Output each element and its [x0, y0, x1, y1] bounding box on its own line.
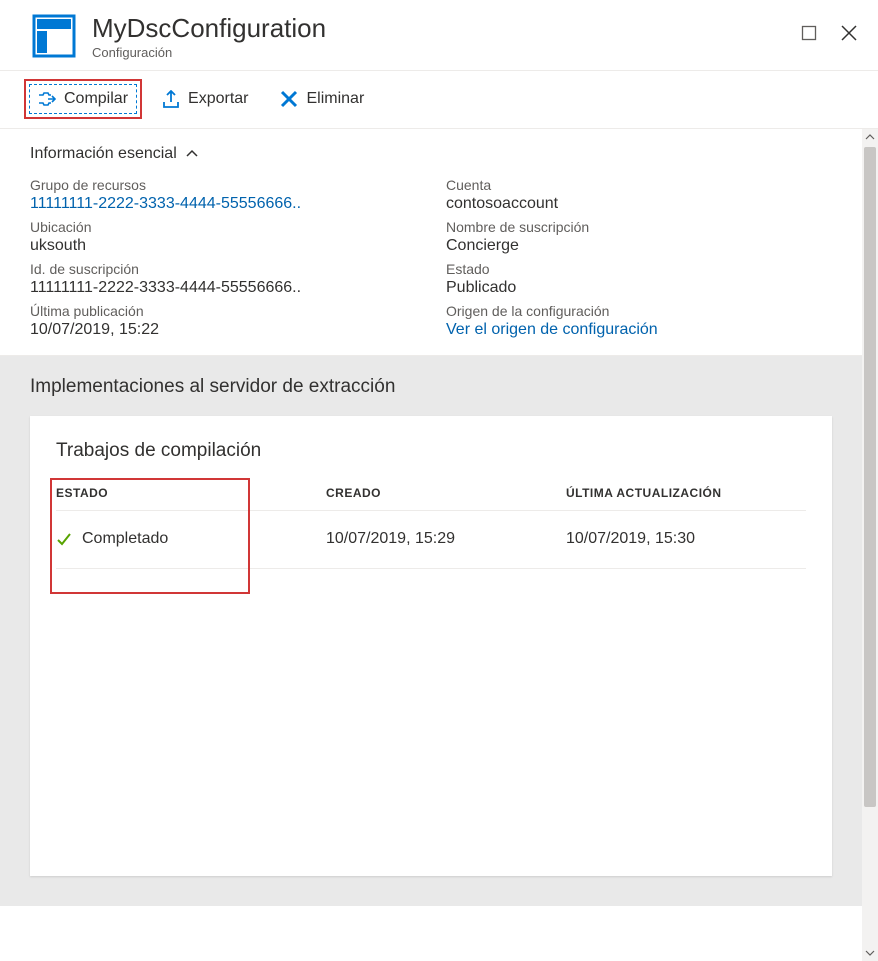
created-cell: 10/07/2019, 15:29	[326, 530, 566, 548]
essentials-label: Cuenta	[446, 177, 832, 193]
essentials-item: Grupo de recursos 11111111-2222-3333-4444…	[30, 177, 416, 213]
scroll-area: Información esencial Grupo de recursos 11…	[0, 129, 862, 961]
delete-icon	[280, 90, 298, 108]
vertical-scrollbar[interactable]	[862, 129, 878, 961]
essentials-label: Ubicación	[30, 219, 416, 235]
title-bar: MyDscConfiguration Configuración	[0, 0, 878, 71]
essentials-label: Estado	[446, 261, 832, 277]
essentials-heading: Información esencial	[30, 145, 177, 163]
essentials-value: Publicado	[446, 279, 832, 297]
essentials-item: Id. de suscripción 11111111-2222-3333-444…	[30, 261, 416, 297]
essentials-value: uksouth	[30, 237, 416, 255]
essentials-link[interactable]: 11111111-2222-3333-4444-55556666..	[30, 195, 416, 213]
pull-server-section: Implementaciones al servidor de extracci…	[0, 356, 862, 906]
compilation-jobs-heading: Trabajos de compilación	[56, 440, 806, 462]
status-cell: Completado	[56, 530, 326, 548]
essentials-value: 10/07/2019, 15:22	[30, 321, 416, 339]
configuration-window: MyDscConfiguration Configuración Compila…	[0, 0, 878, 961]
essentials-toggle[interactable]: Información esencial	[30, 139, 832, 171]
compile-button[interactable]: Compilar	[24, 79, 142, 119]
essentials-value: contosoaccount	[446, 195, 832, 213]
essentials-item: Nombre de suscripción Concierge	[446, 219, 832, 255]
col-created: CREADO	[326, 486, 566, 500]
page-title: MyDscConfiguration	[92, 14, 798, 43]
pull-server-heading: Implementaciones al servidor de extracci…	[30, 376, 832, 398]
updated-cell: 10/07/2019, 15:30	[566, 530, 806, 548]
scroll-down-arrow[interactable]	[862, 945, 878, 961]
essentials-item: Cuenta contosoaccount	[446, 177, 832, 213]
close-button[interactable]	[838, 22, 860, 44]
essentials-label: Id. de suscripción	[30, 261, 416, 277]
toolbar-label: Compilar	[64, 90, 128, 108]
status-text: Completado	[82, 530, 168, 548]
col-updated: ÚLTIMA ACTUALIZACIÓN	[566, 486, 806, 500]
essentials-right: Cuenta contosoaccount Nombre de suscripció…	[446, 171, 832, 339]
compilation-jobs-table: ESTADO CREADO ÚLTIMA ACTUALIZACIÓN Compl…	[56, 486, 806, 569]
compilation-jobs-card: Trabajos de compilación ESTADO CREADO ÚL…	[30, 416, 832, 876]
window-controls	[798, 14, 860, 44]
essentials-item: Última publicación 10/07/2019, 15:22	[30, 303, 416, 339]
compile-icon	[38, 90, 56, 108]
table-row[interactable]: Completado 10/07/2019, 15:2910/07/2019, 1…	[56, 511, 806, 569]
essentials-grid: Grupo de recursos 11111111-2222-3333-4444…	[30, 171, 832, 339]
essentials-value: 11111111-2222-3333-4444-55556666..	[30, 279, 416, 297]
essentials-link[interactable]: Ver el origen de configuración	[446, 321, 832, 339]
essentials-label: Última publicación	[30, 303, 416, 319]
toolbar-label: Eliminar	[306, 90, 364, 108]
essentials-item: Ubicación uksouth	[30, 219, 416, 255]
check-icon	[56, 531, 72, 547]
chevron-up-icon	[185, 147, 199, 161]
toolbar-label: Exportar	[188, 90, 248, 108]
title-text: MyDscConfiguration Configuración	[92, 14, 798, 60]
export-button[interactable]: Exportar	[150, 79, 260, 119]
content-area: Información esencial Grupo de recursos 11…	[0, 129, 878, 961]
col-status: ESTADO	[56, 486, 326, 500]
scroll-thumb[interactable]	[864, 147, 876, 807]
delete-button[interactable]: Eliminar	[268, 79, 376, 119]
essentials-section: Información esencial Grupo de recursos 11…	[0, 129, 862, 356]
essentials-label: Origen de la configuración	[446, 303, 832, 319]
export-icon	[162, 90, 180, 108]
essentials-left: Grupo de recursos 11111111-2222-3333-4444…	[30, 171, 416, 339]
essentials-label: Nombre de suscripción	[446, 219, 832, 235]
essentials-label: Grupo de recursos	[30, 177, 416, 193]
toolbar: Compilar Exportar Eliminar	[0, 71, 878, 129]
table-header: ESTADO CREADO ÚLTIMA ACTUALIZACIÓN	[56, 486, 806, 511]
essentials-item: Estado Publicado	[446, 261, 832, 297]
scroll-up-arrow[interactable]	[862, 129, 878, 145]
essentials-item: Origen de la configuración Ver el origen …	[446, 303, 832, 339]
configuration-icon	[32, 14, 76, 58]
page-subtitle: Configuración	[92, 45, 798, 60]
essentials-value: Concierge	[446, 237, 832, 255]
maximize-button[interactable]	[798, 22, 820, 44]
